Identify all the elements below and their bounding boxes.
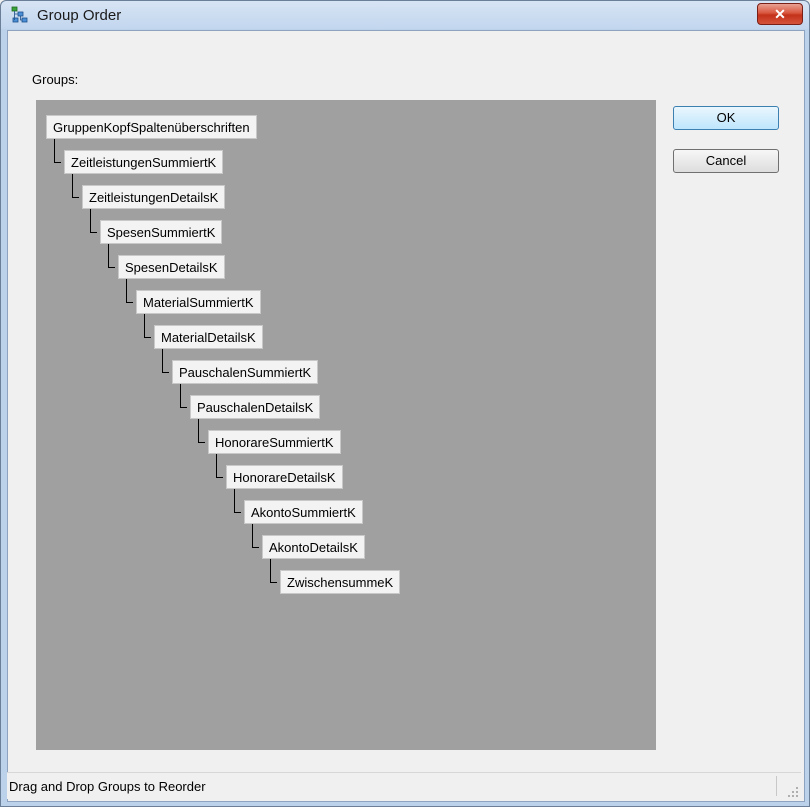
resize-grip-icon[interactable] (787, 785, 799, 797)
group-node[interactable]: AkontoSummiertK (244, 500, 363, 524)
tree-connector (108, 244, 115, 268)
group-node[interactable]: AkontoDetailsK (262, 535, 365, 559)
group-node[interactable]: MaterialSummiertK (136, 290, 261, 314)
tree-connector (144, 314, 151, 338)
group-node[interactable]: MaterialDetailsK (154, 325, 263, 349)
tree-connector (90, 209, 97, 233)
group-node[interactable]: ZwischensummeK (280, 570, 401, 594)
group-node[interactable]: HonorareSummiertK (208, 430, 341, 454)
group-node[interactable]: PauschalenDetailsK (190, 395, 321, 419)
tree-connector (252, 524, 259, 548)
group-tree-icon (11, 6, 29, 24)
group-node[interactable]: HonorareDetailsK (226, 465, 343, 489)
group-node[interactable]: PauschalenSummiertK (172, 360, 319, 384)
close-icon: ✕ (774, 6, 786, 22)
tree-connector (162, 349, 169, 373)
tree-connector (198, 419, 205, 443)
ok-button[interactable]: OK (673, 106, 779, 130)
status-divider (776, 776, 777, 796)
tree-connector (270, 559, 277, 583)
tree-connector (234, 489, 241, 513)
group-node[interactable]: SpesenSummiertK (100, 220, 223, 244)
title-bar[interactable]: Group Order ✕ (1, 1, 809, 29)
tree-connector (54, 139, 61, 163)
tree-connector (72, 174, 79, 198)
close-button[interactable]: ✕ (757, 3, 803, 25)
window-title: Group Order (37, 7, 122, 24)
group-node[interactable]: ZeitleistungenDetailsK (82, 185, 226, 209)
group-node[interactable]: GruppenKopfSpaltenüberschriften (46, 115, 257, 139)
tree-connector (216, 454, 223, 478)
group-tree-panel[interactable]: GruppenKopfSpaltenüberschriften Zeitleist… (36, 100, 656, 750)
status-text: Drag and Drop Groups to Reorder (9, 779, 206, 794)
tree-connector (180, 384, 187, 408)
group-node[interactable]: ZeitleistungenSummiertK (64, 150, 224, 174)
groups-label: Groups: (32, 72, 79, 87)
status-bar: Drag and Drop Groups to Reorder (7, 772, 801, 799)
group-node[interactable]: SpesenDetailsK (118, 255, 225, 279)
tree-connector (126, 279, 133, 303)
cancel-button[interactable]: Cancel (673, 149, 779, 173)
